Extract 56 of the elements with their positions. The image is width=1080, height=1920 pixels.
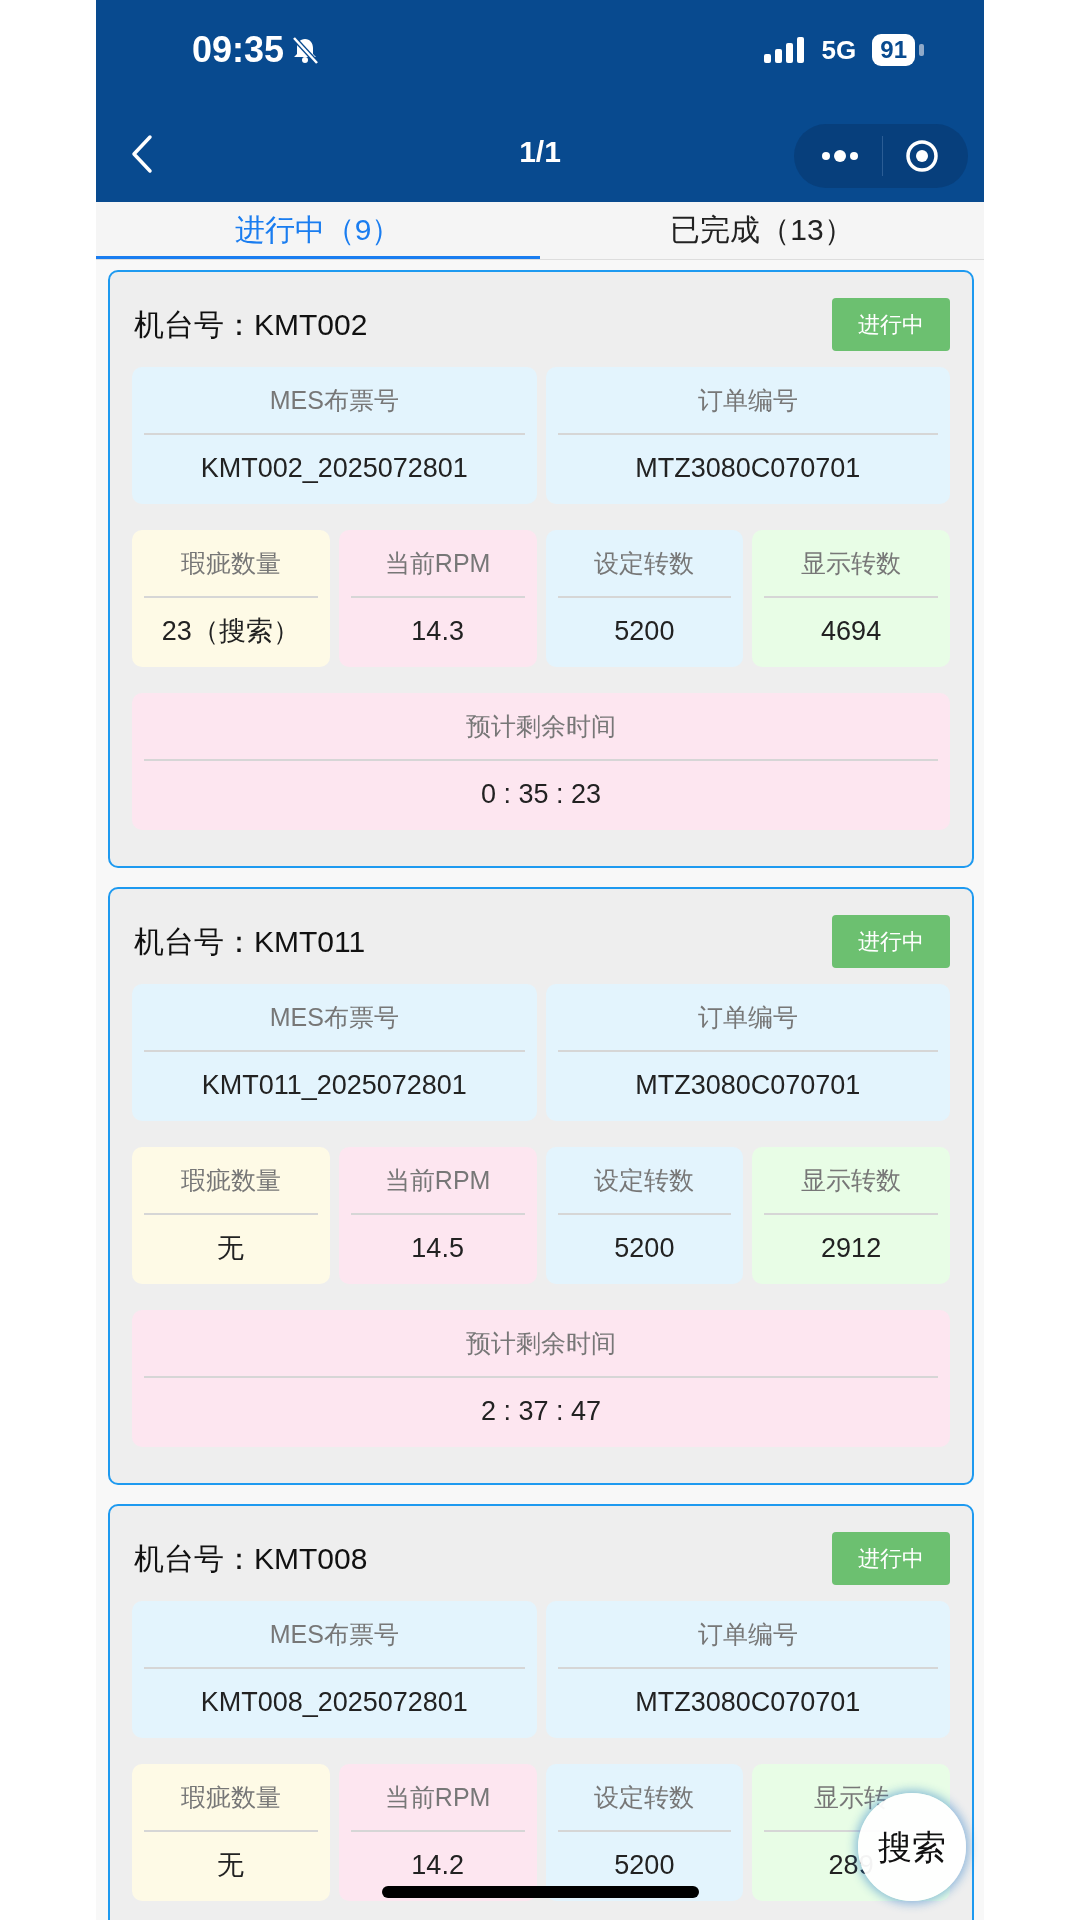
page-title: 1/1 — [519, 133, 561, 170]
back-icon[interactable] — [130, 134, 154, 174]
info-value: 4694 — [821, 616, 882, 646]
info-value: 2 : 37 : 47 — [480, 1396, 602, 1426]
info-label: 设定转数 — [557, 1764, 732, 1832]
info-value: 14.2 — [411, 1850, 464, 1880]
info-label: 设定转数 — [557, 1147, 732, 1215]
info-value: 2912 — [821, 1233, 882, 1263]
network-label: 5G — [821, 33, 857, 67]
status-tag: 进行中 — [832, 914, 950, 968]
info-label: 显示转数 — [764, 530, 938, 598]
status-tag: 进行中 — [832, 297, 950, 351]
info-value: 23（搜索） — [161, 616, 300, 646]
info-label: MES布票号 — [144, 367, 525, 435]
info-label: 瑕疵数量 — [144, 1764, 318, 1832]
info-value: KMT008_2025072801 — [200, 1687, 468, 1717]
info-label: 预计剩余时间 — [144, 1310, 938, 1378]
signal-icon — [763, 37, 806, 63]
info-value: KMT002_2025072801 — [200, 453, 468, 483]
machine-title: 机台号：KMT002 — [134, 306, 368, 343]
info-value: MTZ3080C070701 — [635, 453, 861, 483]
info-label: 设定转数 — [557, 530, 732, 598]
info-label: 订单编号 — [557, 367, 938, 435]
more-icon[interactable] — [820, 149, 860, 163]
info-value: 无 — [217, 1850, 245, 1880]
info-label: 预计剩余时间 — [144, 693, 938, 761]
info-label: MES布票号 — [144, 1601, 525, 1669]
info-label: 当前RPM — [350, 1764, 525, 1832]
info-value: MTZ3080C070701 — [635, 1070, 861, 1100]
close-target-icon[interactable] — [905, 139, 939, 173]
info-value: 无 — [217, 1233, 245, 1263]
battery-level: 91 — [872, 34, 915, 66]
battery-tip-icon — [919, 44, 924, 56]
info-value: 14.3 — [411, 616, 464, 646]
info-label: 瑕疵数量 — [144, 530, 318, 598]
info-value: KMT011_2025072801 — [201, 1070, 467, 1100]
info-label: 当前RPM — [350, 530, 525, 598]
status-tag: 进行中 — [832, 1531, 950, 1585]
info-value: 5200 — [614, 1850, 675, 1880]
info-label: 瑕疵数量 — [144, 1147, 318, 1215]
status-time: 09:35 — [192, 28, 285, 72]
info-value: 5200 — [614, 616, 675, 646]
info-label: 当前RPM — [350, 1147, 525, 1215]
bell-muted-icon — [290, 35, 321, 65]
info-label: MES布票号 — [144, 984, 525, 1052]
machine-title: 机台号：KMT008 — [134, 1540, 368, 1577]
machine-title: 机台号：KMT011 — [134, 923, 366, 960]
info-value: 5200 — [614, 1233, 675, 1263]
info-value: 0 : 35 : 23 — [480, 779, 602, 809]
info-label: 显示转数 — [764, 1147, 938, 1215]
info-value: 14.5 — [411, 1233, 464, 1263]
info-value: MTZ3080C070701 — [635, 1687, 861, 1717]
tab[interactable]: 进行中（9） — [96, 202, 540, 259]
tab[interactable]: 已完成（13） — [540, 202, 984, 259]
info-label: 订单编号 — [557, 1601, 938, 1669]
info-label: 订单编号 — [557, 984, 938, 1052]
